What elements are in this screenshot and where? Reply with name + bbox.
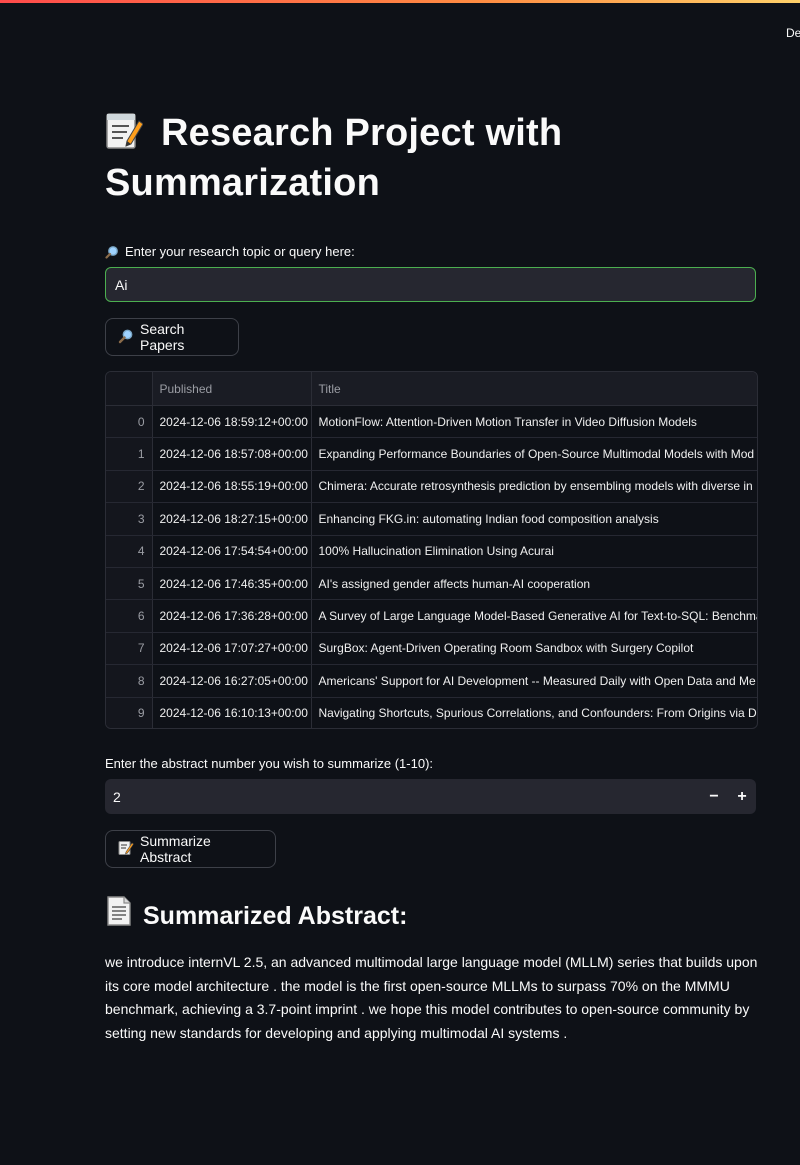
search-label: Enter your research topic or query here: — [105, 244, 756, 259]
search-icon — [105, 245, 119, 259]
row-published[interactable]: 2024-12-06 17:54:54+00:00 — [152, 535, 312, 568]
search-label-text: Enter your research topic or query here: — [125, 244, 355, 259]
search-input-value: Ai — [115, 276, 128, 293]
row-title[interactable]: Americans' Support for AI Development --… — [311, 664, 757, 698]
row-title[interactable]: Expanding Performance Boundaries of Open… — [311, 437, 757, 471]
decrement-button[interactable]: − — [700, 779, 728, 814]
row-title[interactable]: MotionFlow: Attention-Driven Motion Tran… — [311, 405, 757, 439]
search-papers-label: Search Papers — [140, 321, 185, 353]
table-row[interactable]: 1 2024-12-06 18:57:08+00:00 Expanding Perf… — [106, 437, 757, 471]
table-row[interactable]: 2 2024-12-06 18:55:19+00:00 Chimera: Accur… — [106, 470, 757, 504]
summary-heading: Summarized Abstract: — [105, 896, 756, 935]
column-header-title[interactable]: Title — [311, 372, 757, 406]
abstract-number-label: Enter the abstract number you wish to su… — [105, 756, 434, 771]
table-row[interactable]: 7 2024-12-06 17:07:27+00:00 SurgBox: Agent… — [106, 632, 757, 666]
table-row[interactable]: 9 2024-12-06 16:10:13+00:00 Navigating Sho… — [106, 697, 757, 728]
table-row[interactable]: 3 2024-12-06 18:27:15+00:00 Enhancing FKG.… — [106, 502, 757, 536]
table-row[interactable]: 0 2024-12-06 18:59:12+00:00 MotionFlow: At… — [106, 405, 757, 439]
row-index[interactable]: 8 — [106, 664, 153, 698]
abstract-number-input[interactable]: 2 − + — [105, 779, 756, 814]
deploy-button[interactable]: De — [786, 26, 800, 40]
table-row[interactable]: 5 2024-12-06 17:46:35+00:00 AI's assigned … — [106, 567, 757, 601]
row-index[interactable]: 9 — [106, 697, 153, 728]
row-published[interactable]: 2024-12-06 17:46:35+00:00 — [152, 567, 312, 601]
row-published[interactable]: 2024-12-06 16:10:13+00:00 — [152, 697, 312, 728]
increment-button[interactable]: + — [728, 779, 756, 814]
search-input[interactable]: Ai — [105, 267, 756, 302]
table-row[interactable]: 4 2024-12-06 17:54:54+00:00 100% Hallucina… — [106, 535, 757, 568]
summary-text: we introduce internVL 2.5, an advanced m… — [105, 954, 758, 1041]
row-title[interactable]: Enhancing FKG.in: automating Indian food… — [311, 502, 757, 536]
row-published[interactable]: 2024-12-06 18:57:08+00:00 — [152, 437, 312, 471]
row-index[interactable]: 6 — [106, 599, 153, 633]
summary-heading-text: Summarized Abstract: — [143, 901, 408, 930]
row-index[interactable]: 2 — [106, 470, 153, 504]
row-index[interactable]: 0 — [106, 405, 153, 439]
row-published[interactable]: 2024-12-06 17:36:28+00:00 — [152, 599, 312, 633]
search-right-icon — [118, 328, 134, 347]
table-row[interactable]: 8 2024-12-06 16:27:05+00:00 Americans' Sup… — [106, 664, 757, 698]
row-title[interactable]: AI's assigned gender affects human-AI co… — [311, 567, 757, 601]
memo-small-icon — [118, 840, 134, 859]
row-published[interactable]: 2024-12-06 16:27:05+00:00 — [152, 664, 312, 698]
abstract-number-value: 2 — [113, 788, 121, 805]
row-title[interactable]: A Survey of Large Language Model-Based G… — [311, 599, 757, 633]
page-title-text: Research Project with Summarization — [105, 112, 563, 204]
column-header-published[interactable]: Published — [152, 372, 312, 406]
main-content: Research Project with Summarization Ente… — [105, 108, 758, 1045]
row-title[interactable]: 100% Hallucination Elimination Using Acu… — [311, 535, 757, 568]
table-row[interactable]: 6 2024-12-06 17:36:28+00:00 A Survey of La… — [106, 599, 757, 633]
row-index[interactable]: 5 — [106, 567, 153, 601]
row-published[interactable]: 2024-12-06 18:55:19+00:00 — [152, 470, 312, 504]
row-index[interactable]: 4 — [106, 535, 153, 568]
row-index[interactable]: 1 — [106, 437, 153, 471]
row-title[interactable]: SurgBox: Agent-Driven Operating Room San… — [311, 632, 757, 666]
row-published[interactable]: 2024-12-06 18:59:12+00:00 — [152, 405, 312, 439]
search-papers-button[interactable]: Search Papers — [105, 318, 239, 356]
row-published[interactable]: 2024-12-06 18:27:15+00:00 — [152, 502, 312, 536]
top-decoration-bar — [0, 0, 800, 3]
summarize-abstract-label: Summarize Abstract — [140, 833, 211, 865]
row-published[interactable]: 2024-12-06 17:07:27+00:00 — [152, 632, 312, 666]
row-index[interactable]: 7 — [106, 632, 153, 666]
row-index[interactable]: 3 — [106, 502, 153, 536]
results-table[interactable]: Published Title 0 2024-12-06 18:59:12+00:… — [105, 371, 758, 729]
results-grid: Published Title 0 2024-12-06 18:59:12+00:… — [106, 372, 757, 728]
row-title[interactable]: Chimera: Accurate retrosynthesis predict… — [311, 470, 757, 504]
table-header-row: Published Title — [106, 372, 757, 406]
page-title: Research Project with Summarization — [105, 108, 756, 208]
row-title[interactable]: Navigating Shortcuts, Spurious Correlati… — [311, 697, 757, 728]
summarize-abstract-button[interactable]: Summarize Abstract — [105, 830, 276, 868]
column-header-index[interactable] — [106, 372, 153, 406]
page-facing-up-icon — [105, 896, 133, 935]
memo-icon — [105, 111, 144, 151]
